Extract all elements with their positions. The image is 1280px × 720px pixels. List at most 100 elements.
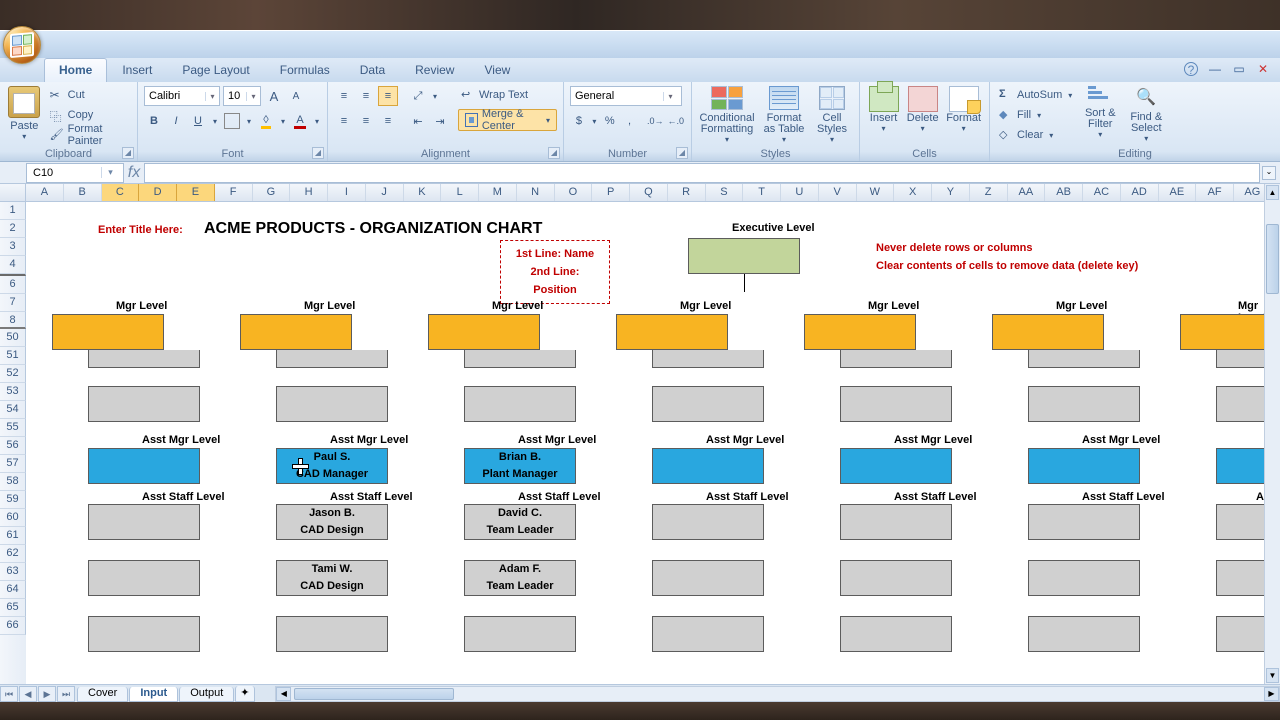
restore-window-icon[interactable]: ▭ (1232, 62, 1246, 76)
row-header-60[interactable]: 60 (0, 509, 26, 527)
row-header-65[interactable]: 65 (0, 599, 26, 617)
scroll-thumb[interactable] (1266, 224, 1279, 294)
staff-box[interactable] (464, 616, 576, 652)
col-header-Z[interactable]: Z (970, 184, 1008, 201)
row-header-61[interactable]: 61 (0, 527, 26, 545)
staff-box[interactable] (276, 386, 388, 422)
autosum-button[interactable]: AutoSum▾ (996, 86, 1075, 104)
staff-box[interactable] (88, 616, 200, 652)
row-headers[interactable]: 1234678505152535455565758596061626364656… (0, 202, 26, 684)
font-color-button[interactable]: A (290, 111, 310, 131)
row-header-8[interactable]: 8 (0, 312, 26, 329)
col-header-AE[interactable]: AE (1159, 184, 1197, 201)
grow-font-button[interactable] (264, 86, 284, 106)
sheet-tab-output[interactable]: Output (179, 687, 234, 702)
staff-box[interactable]: David C. Team Leader (464, 504, 576, 540)
formula-bar[interactable] (144, 163, 1260, 183)
staff-box[interactable] (840, 560, 952, 596)
align-middle-button[interactable]: ≡ (356, 86, 376, 106)
scroll-thumb[interactable] (294, 688, 454, 700)
col-header-S[interactable]: S (706, 184, 744, 201)
first-sheet-button[interactable]: ⏮ (0, 686, 18, 702)
next-sheet-button[interactable]: ▶ (38, 686, 56, 702)
staff-box[interactable] (276, 616, 388, 652)
col-header-J[interactable]: J (366, 184, 404, 201)
row-header-64[interactable]: 64 (0, 581, 26, 599)
font-size-combo[interactable]: ▾ (223, 86, 261, 106)
row-header-57[interactable]: 57 (0, 455, 26, 473)
delete-cells-button[interactable]: Delete▾ (905, 86, 940, 145)
mgr-box[interactable] (52, 314, 164, 350)
font-name-combo[interactable]: ▾ (144, 86, 220, 106)
row-header-1[interactable]: 1 (0, 202, 26, 220)
staff-box[interactable] (840, 386, 952, 422)
row-header-58[interactable]: 58 (0, 473, 26, 491)
border-button[interactable] (224, 113, 240, 129)
align-bottom-button[interactable]: ≡ (378, 86, 398, 106)
tab-review[interactable]: Review (400, 58, 469, 82)
col-header-U[interactable]: U (781, 184, 819, 201)
staff-box[interactable] (652, 504, 764, 540)
staff-box[interactable] (652, 386, 764, 422)
col-header-V[interactable]: V (819, 184, 857, 201)
select-all-button[interactable] (0, 184, 26, 202)
staff-box[interactable]: Adam F. Team Leader (464, 560, 576, 596)
asst-mgr-box[interactable]: Brian B. Plant Manager (464, 448, 576, 484)
decrease-indent-button[interactable]: ⇤ (408, 111, 428, 131)
italic-button[interactable]: I (166, 111, 186, 131)
sheet-tab-input[interactable]: Input (129, 687, 178, 702)
chevron-down-icon[interactable]: ▾ (430, 86, 440, 106)
percent-button[interactable]: % (601, 111, 619, 131)
align-right-button[interactable]: ≡ (378, 111, 398, 131)
staff-box[interactable] (652, 560, 764, 596)
staff-box[interactable] (1028, 560, 1140, 596)
asst-mgr-box[interactable] (652, 448, 764, 484)
staff-box[interactable] (1028, 350, 1140, 368)
col-header-Q[interactable]: Q (630, 184, 668, 201)
cut-button[interactable]: Cut (47, 86, 131, 104)
staff-box[interactable] (88, 386, 200, 422)
sheet-tab-cover[interactable]: Cover (77, 687, 128, 702)
help-icon[interactable]: ? (1184, 62, 1198, 76)
col-header-N[interactable]: N (517, 184, 555, 201)
col-header-E[interactable]: E (177, 184, 215, 201)
increase-indent-button[interactable]: ⇥ (430, 111, 450, 131)
conditional-formatting-button[interactable]: Conditional Formatting▾ (698, 86, 756, 145)
vertical-scrollbar[interactable]: ▲ ▼ (1264, 184, 1280, 684)
chevron-down-icon[interactable]: ▾ (663, 92, 677, 101)
row-header-50[interactable]: 50 (0, 329, 26, 347)
fill-color-button[interactable]: ◊ (256, 111, 276, 131)
chevron-down-icon[interactable]: ▾ (210, 111, 220, 131)
row-header-2[interactable]: 2 (0, 220, 26, 238)
last-sheet-button[interactable]: ⏭ (57, 686, 75, 702)
mgr-box[interactable] (992, 314, 1104, 350)
close-workbook-icon[interactable]: ✕ (1256, 62, 1270, 76)
tab-view[interactable]: View (469, 58, 525, 82)
find-select-button[interactable]: Find & Select▾ (1125, 86, 1167, 145)
col-header-AD[interactable]: AD (1121, 184, 1159, 201)
comma-button[interactable]: , (621, 111, 639, 131)
shrink-font-button[interactable] (286, 86, 306, 106)
row-header-66[interactable]: 66 (0, 617, 26, 635)
clipboard-launcher[interactable]: ◢ (122, 147, 134, 159)
row-header-6[interactable]: 6 (0, 276, 26, 294)
mgr-box[interactable] (240, 314, 352, 350)
format-cells-button[interactable]: Format▾ (944, 86, 983, 145)
staff-box[interactable] (276, 350, 388, 368)
asst-mgr-box[interactable] (88, 448, 200, 484)
col-header-L[interactable]: L (441, 184, 479, 201)
col-header-F[interactable]: F (215, 184, 253, 201)
name-box[interactable]: ▾ (26, 163, 124, 183)
row-header-51[interactable]: 51 (0, 347, 26, 365)
cell-styles-button[interactable]: Cell Styles▾ (812, 86, 852, 145)
chevron-down-icon[interactable]: ▾ (246, 92, 260, 101)
horizontal-scrollbar[interactable]: ◀ ▶ (275, 686, 1280, 702)
copy-button[interactable]: Copy (47, 106, 131, 124)
asst-mgr-box[interactable]: Paul S. CAD Manager (276, 448, 388, 484)
chevron-down-icon[interactable]: ▾ (244, 111, 254, 131)
number-launcher[interactable]: ◢ (676, 147, 688, 159)
staff-box[interactable] (652, 616, 764, 652)
staff-box[interactable] (464, 350, 576, 368)
format-as-table-button[interactable]: Format as Table▾ (760, 86, 808, 145)
row-header-59[interactable]: 59 (0, 491, 26, 509)
